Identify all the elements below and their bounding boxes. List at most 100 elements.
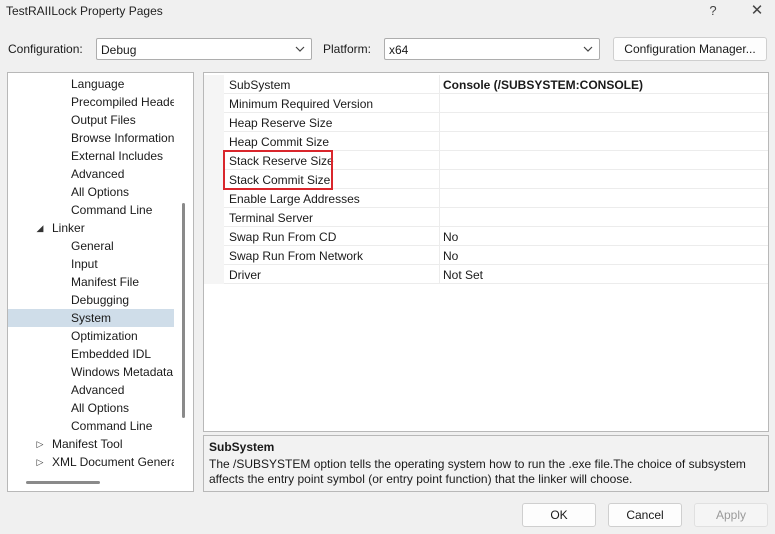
column-separator xyxy=(439,94,440,113)
tree-item[interactable]: General xyxy=(8,237,174,255)
column-separator xyxy=(439,170,440,189)
row-gutter xyxy=(204,265,224,284)
property-row[interactable]: Swap Run From CD No xyxy=(204,227,768,246)
property-name: Swap Run From Network xyxy=(229,249,364,263)
property-row[interactable]: Driver Not Set xyxy=(204,265,768,284)
close-button[interactable]: ✕ xyxy=(742,2,772,22)
collapse-arrow-icon[interactable]: ▷ xyxy=(34,435,46,453)
tree-item-label: Input xyxy=(71,257,98,271)
column-separator xyxy=(439,132,440,151)
property-value[interactable]: No xyxy=(443,249,458,263)
tree-item-label: System xyxy=(71,311,112,325)
tree-item[interactable]: Manifest File xyxy=(8,273,174,291)
tree-item[interactable]: Command Line xyxy=(8,201,174,219)
tree-item-label: Precompiled Headers xyxy=(71,95,174,109)
tree-item-label: Manifest File xyxy=(71,275,140,289)
configuration-manager-button[interactable]: Configuration Manager... xyxy=(613,37,767,61)
property-value[interactable]: Console (/SUBSYSTEM:CONSOLE) xyxy=(443,78,643,92)
property-name: Heap Commit Size xyxy=(229,135,330,149)
tree-item[interactable]: Windows Metadata xyxy=(8,363,174,381)
description-title: SubSystem xyxy=(209,440,275,454)
tree-item-label: Language xyxy=(71,77,125,91)
ok-button[interactable]: OK xyxy=(522,503,596,527)
row-gutter xyxy=(204,113,224,132)
property-row[interactable]: Enable Large Addresses xyxy=(204,189,768,208)
tree-item-label: Optimization xyxy=(71,329,138,343)
tree-item-label: Linker xyxy=(52,221,85,235)
row-gutter xyxy=(204,132,224,151)
row-gutter xyxy=(204,227,224,246)
tree-item[interactable]: External Includes xyxy=(8,147,174,165)
tree-item-label: Command Line xyxy=(71,419,153,433)
property-name: Terminal Server xyxy=(229,211,314,225)
property-grid[interactable]: SubSystem Console (/SUBSYSTEM:CONSOLE) Min… xyxy=(203,72,769,432)
property-row[interactable]: Minimum Required Version xyxy=(204,94,768,113)
chevron-down-icon xyxy=(583,46,593,52)
property-value[interactable]: Not Set xyxy=(443,268,483,282)
configuration-value: Debug xyxy=(101,43,137,57)
column-separator xyxy=(439,189,440,208)
tree-item-label: All Options xyxy=(71,185,130,199)
highlight-annotation-box xyxy=(223,150,333,190)
tree-item[interactable]: All Options xyxy=(8,183,174,201)
tree-item-label: General xyxy=(71,239,114,253)
tree-item[interactable]: Optimization xyxy=(8,327,174,345)
property-name: Driver xyxy=(229,268,261,282)
tree-item[interactable]: ▷ Manifest Tool xyxy=(8,435,174,453)
tree-item[interactable]: Embedded IDL xyxy=(8,345,174,363)
configuration-row: Configuration: Debug Platform: x64 Confi… xyxy=(0,36,775,62)
row-gutter xyxy=(204,246,224,265)
row-gutter xyxy=(204,94,224,113)
cancel-button[interactable]: Cancel xyxy=(608,503,682,527)
property-row[interactable]: Terminal Server xyxy=(204,208,768,227)
tree-item[interactable]: Language xyxy=(8,75,174,93)
apply-button[interactable]: Apply xyxy=(694,503,768,527)
tree-item[interactable]: Advanced xyxy=(8,381,174,399)
help-button[interactable]: ? xyxy=(698,2,728,22)
configuration-dropdown[interactable]: Debug xyxy=(96,38,312,60)
property-name: Swap Run From CD xyxy=(229,230,337,244)
tree-item-label: All Options xyxy=(71,401,130,415)
description-pane: SubSystem The /SUBSYSTEM option tells th… xyxy=(203,435,769,492)
title-bar: TestRAIILock Property Pages ? ✕ xyxy=(0,0,775,24)
tree-item[interactable]: Debugging xyxy=(8,291,174,309)
tree-item[interactable]: All Options xyxy=(8,399,174,417)
tree-horizontal-scrollbar[interactable] xyxy=(26,481,100,484)
tree-item[interactable]: Browse Information xyxy=(8,129,174,147)
property-value[interactable]: No xyxy=(443,230,458,244)
tree-item[interactable]: System xyxy=(8,309,174,327)
property-row[interactable]: SubSystem Console (/SUBSYSTEM:CONSOLE) xyxy=(204,75,768,94)
column-separator xyxy=(439,151,440,170)
tree-item-label: Manifest Tool xyxy=(52,437,123,451)
platform-label: Platform: xyxy=(323,42,372,56)
property-name: Heap Reserve Size xyxy=(229,116,333,130)
column-separator xyxy=(439,75,440,94)
property-row[interactable]: Heap Commit Size xyxy=(204,132,768,151)
tree-item[interactable]: ◢ Linker xyxy=(8,219,174,237)
property-row[interactable]: Swap Run From Network No xyxy=(204,246,768,265)
tree-item[interactable]: Advanced xyxy=(8,165,174,183)
column-separator xyxy=(439,265,440,284)
tree-item-label: Windows Metadata xyxy=(71,365,174,379)
column-separator xyxy=(439,227,440,246)
property-name: Enable Large Addresses xyxy=(229,192,360,206)
row-gutter xyxy=(204,208,224,227)
row-gutter xyxy=(204,189,224,208)
window-title: TestRAIILock Property Pages xyxy=(6,4,163,18)
tree-vertical-scrollbar[interactable] xyxy=(182,203,185,418)
tree-item[interactable]: Precompiled Headers xyxy=(8,93,174,111)
property-tree[interactable]: ▷ XML Document Generator ▷ Manifest Tool Com… xyxy=(7,72,194,492)
tree-item-label: XML Document Generator xyxy=(52,455,174,469)
tree-item-label: External Includes xyxy=(71,149,164,163)
tree-item[interactable]: ▷ XML Document Generator xyxy=(8,453,174,471)
property-row[interactable]: Heap Reserve Size xyxy=(204,113,768,132)
expand-arrow-icon[interactable]: ◢ xyxy=(34,219,46,237)
collapse-arrow-icon[interactable]: ▷ xyxy=(34,453,46,471)
description-text: The /SUBSYSTEM option tells the operatin… xyxy=(209,457,746,486)
tree-item[interactable]: Command Line xyxy=(8,417,174,435)
tree-item-label: Command Line xyxy=(71,203,153,217)
tree-item[interactable]: Input xyxy=(8,255,174,273)
platform-value: x64 xyxy=(389,43,409,57)
platform-dropdown[interactable]: x64 xyxy=(384,38,600,60)
tree-item[interactable]: Output Files xyxy=(8,111,174,129)
